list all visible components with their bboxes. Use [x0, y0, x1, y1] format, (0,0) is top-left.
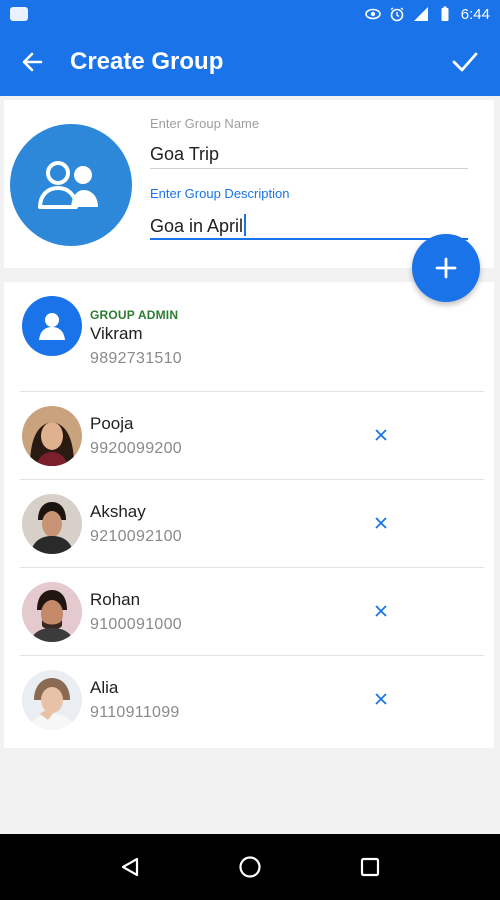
member-row-pooja[interactable]: Pooja 9920099200	[4, 392, 494, 480]
status-bar: 6:44	[0, 0, 500, 28]
remove-member-button[interactable]	[368, 422, 394, 448]
member-phone: 9210092100	[90, 528, 182, 545]
remove-member-button[interactable]	[368, 686, 394, 712]
profile-photo-icon	[22, 582, 82, 642]
group-people-icon	[38, 161, 98, 209]
text-cursor	[244, 214, 247, 236]
group-name-underline	[150, 168, 468, 169]
group-description-input[interactable]: Goa in April	[150, 214, 247, 237]
eye-icon	[364, 8, 381, 20]
plus-icon	[435, 257, 457, 279]
square-recents-icon	[360, 857, 380, 877]
member-name: Alia	[90, 678, 119, 697]
page-title: Create Group	[70, 48, 224, 75]
member-row-vikram[interactable]: GROUP ADMIN Vikram 9892731510	[4, 282, 494, 392]
circle-home-icon	[239, 856, 261, 878]
member-phone: 9920099200	[90, 440, 182, 457]
member-row-rohan[interactable]: Rohan 9100091000	[4, 568, 494, 656]
close-icon	[375, 429, 387, 441]
nav-home-button[interactable]	[230, 847, 270, 887]
remove-member-button[interactable]	[368, 598, 394, 624]
member-phone: 9100091000	[90, 616, 182, 633]
remove-member-button[interactable]	[368, 510, 394, 536]
member-phone: 9892731510	[90, 350, 182, 367]
signal-icon	[413, 7, 428, 21]
profile-photo-icon	[22, 494, 82, 554]
close-icon	[375, 517, 387, 529]
member-name: Pooja	[90, 414, 134, 433]
system-navigation-bar	[0, 834, 500, 900]
nav-recents-button[interactable]	[350, 847, 390, 887]
group-name-input[interactable]: Goa Trip	[150, 144, 219, 165]
avatar	[22, 670, 82, 730]
back-button[interactable]	[0, 28, 64, 96]
group-avatar[interactable]	[10, 124, 132, 246]
avatar	[22, 406, 82, 466]
nav-back-button[interactable]	[110, 847, 150, 887]
avatar	[22, 296, 82, 356]
profile-photo-icon	[22, 670, 82, 730]
group-description-underline	[150, 238, 468, 240]
member-name: Rohan	[90, 590, 141, 609]
member-name: Vikram	[90, 324, 143, 343]
member-phone: 9110911099	[90, 704, 180, 721]
triangle-back-icon	[121, 857, 139, 877]
member-row-alia[interactable]: Alia 9110911099	[4, 656, 494, 744]
add-member-button[interactable]	[412, 234, 480, 302]
done-button[interactable]	[430, 28, 500, 96]
check-icon	[452, 52, 478, 72]
group-info-card: Enter Group Name Goa Trip Enter Group De…	[4, 100, 494, 268]
members-list: GROUP ADMIN Vikram 9892731510 Pooja 9920…	[4, 282, 494, 748]
app-bar: Create Group	[0, 28, 500, 96]
battery-icon	[441, 6, 449, 21]
close-icon	[375, 693, 387, 705]
close-icon	[375, 605, 387, 617]
group-description-label: Enter Group Description	[150, 186, 290, 201]
profile-photo-icon	[22, 406, 82, 466]
avatar	[22, 494, 82, 554]
member-row-akshay[interactable]: Akshay 9210092100	[4, 480, 494, 568]
notification-app-icon	[10, 7, 28, 21]
alarm-icon	[390, 7, 404, 22]
person-icon	[39, 313, 65, 340]
member-name: Akshay	[90, 502, 146, 521]
arrow-back-icon	[22, 52, 43, 72]
group-description-text: Goa in April	[150, 216, 244, 236]
status-time: 6:44	[460, 5, 490, 23]
group-name-label: Enter Group Name	[150, 116, 260, 131]
avatar	[22, 582, 82, 642]
group-admin-badge: GROUP ADMIN	[90, 308, 179, 322]
